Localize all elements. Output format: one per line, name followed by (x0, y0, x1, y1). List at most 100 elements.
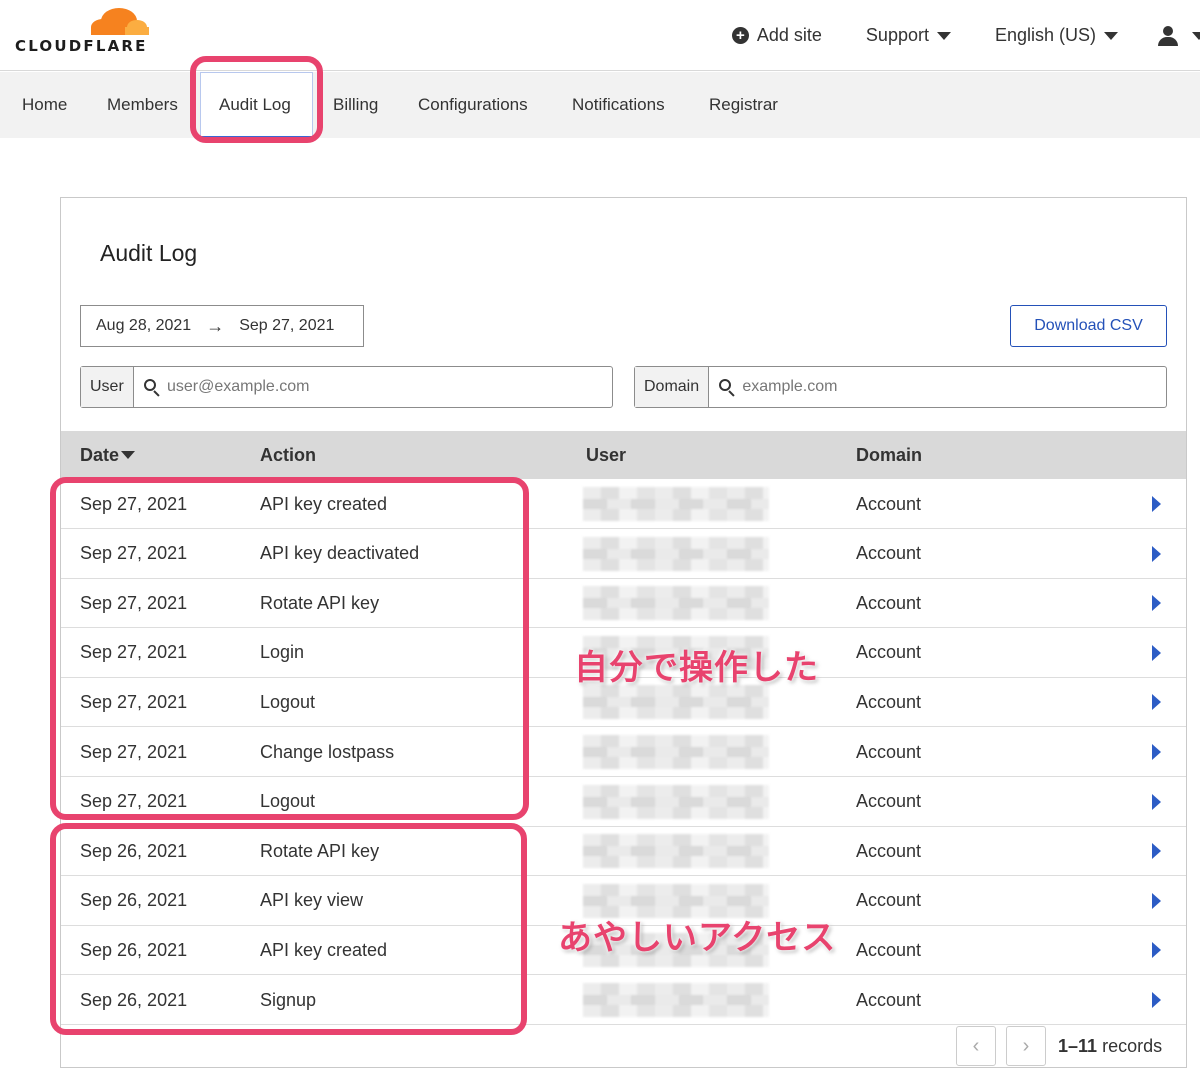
cell-action: Signup (260, 989, 317, 1010)
domain-search-input[interactable] (742, 378, 1166, 396)
header-actions: + Add site Support English (US) (688, 0, 1200, 71)
table-row[interactable]: Sep 27, 2021 API key deactivated Account (61, 529, 1186, 579)
expand-row-icon[interactable] (1152, 694, 1161, 711)
expand-row-icon[interactable] (1152, 942, 1161, 959)
user-filter-input-wrap (134, 367, 612, 407)
table-row[interactable]: Sep 27, 2021 API key created Account (61, 479, 1186, 529)
cell-date: Sep 27, 2021 (80, 543, 188, 564)
tab-home[interactable]: Home (22, 72, 67, 138)
cell-action: Login (260, 642, 305, 663)
expand-row-icon[interactable] (1152, 644, 1161, 661)
cell-action: API key created (260, 493, 388, 514)
cloudflare-logo[interactable]: CLOUDFLARE (15, 7, 150, 57)
prev-page-button[interactable]: ‹ (956, 1026, 996, 1066)
expand-row-icon[interactable] (1152, 744, 1161, 760)
add-site-button[interactable]: + Add site (731, 25, 822, 46)
cell-domain: Account (856, 592, 922, 613)
redacted-user (583, 685, 769, 720)
tab-registrar[interactable]: Registrar (709, 72, 778, 138)
support-dropdown[interactable]: Support (866, 25, 951, 46)
tab-configurations[interactable]: Configurations (418, 72, 528, 138)
expand-row-icon[interactable] (1152, 843, 1161, 860)
column-action: Action (260, 431, 316, 479)
next-page-button[interactable]: › (1006, 1026, 1046, 1066)
records-range: 1–11 (1058, 1036, 1098, 1056)
download-csv-button[interactable]: Download CSV (1010, 305, 1167, 347)
cell-date: Sep 26, 2021 (80, 939, 188, 960)
column-domain: Domain (856, 431, 922, 479)
sort-desc-icon (121, 451, 136, 459)
cell-date: Sep 26, 2021 (80, 840, 188, 861)
tab-label: Audit Log (219, 94, 291, 114)
cell-date: Sep 27, 2021 (80, 791, 188, 812)
tab-label: Members (107, 95, 178, 114)
date-range-picker[interactable]: Aug 28, 2021 → Sep 27, 2021 (80, 305, 364, 347)
column-date[interactable]: Date (80, 431, 136, 479)
cell-domain: Account (856, 840, 922, 861)
redacted-user (583, 586, 769, 621)
cloud-icon (85, 8, 149, 37)
language-dropdown[interactable]: English (US) (995, 25, 1118, 46)
page-title: Audit Log (100, 240, 198, 266)
domain-filter: Domain (634, 366, 1167, 408)
cell-action: Logout (260, 691, 316, 712)
cell-domain: Account (856, 493, 922, 514)
arrow-right-icon: → (206, 315, 225, 336)
cell-action: API key created (260, 939, 388, 960)
account-menu[interactable] (1158, 25, 1200, 46)
cell-domain: Account (856, 791, 922, 812)
redacted-user (583, 536, 769, 571)
expand-row-icon[interactable] (1152, 545, 1161, 562)
support-label: Support (865, 25, 929, 45)
tab-label: Registrar (709, 95, 778, 114)
user-icon (1158, 25, 1178, 46)
cell-domain: Account (856, 989, 922, 1010)
redacted-user (583, 983, 769, 1017)
tab-label: Notifications (572, 95, 665, 114)
redacted-user (583, 784, 769, 819)
cell-date: Sep 27, 2021 (80, 741, 188, 762)
tab-notifications[interactable]: Notifications (572, 72, 665, 138)
user-search-input[interactable] (166, 378, 612, 396)
redacted-user (583, 735, 769, 769)
top-header: CLOUDFLARE + Add site Support English (U… (0, 0, 1200, 71)
expand-row-icon[interactable] (1152, 793, 1161, 810)
table-row[interactable]: Sep 27, 2021 Change lostpass Account (61, 727, 1186, 777)
date-from: Aug 28, 2021 (96, 317, 192, 334)
records-suffix: records (1102, 1036, 1163, 1056)
domain-filter-label: Domain (635, 367, 710, 407)
cell-date: Sep 27, 2021 (80, 691, 188, 712)
tab-billing[interactable]: Billing (333, 72, 378, 138)
language-label: English (US) (994, 25, 1096, 45)
cell-action: Change lostpass (260, 741, 395, 762)
expand-row-icon[interactable] (1152, 892, 1161, 909)
table-row[interactable]: Sep 27, 2021 Logout Account (61, 777, 1186, 827)
tab-label: Billing (333, 95, 379, 114)
caret-down-icon (1104, 31, 1118, 40)
add-site-label: Add site (756, 25, 822, 45)
account-nav: Home Members Audit Log Billing Configura… (0, 72, 1200, 138)
cell-date: Sep 27, 2021 (80, 642, 188, 663)
tab-members[interactable]: Members (107, 72, 178, 138)
tab-audit-log[interactable]: Audit Log (200, 72, 313, 138)
cell-action: Rotate API key (260, 592, 380, 613)
cell-date: Sep 26, 2021 (80, 989, 188, 1010)
brand-name: CLOUDFLARE (15, 37, 148, 55)
plus-circle-icon: + (731, 27, 749, 44)
cell-date: Sep 27, 2021 (80, 592, 188, 613)
table-row[interactable]: Sep 26, 2021 Signup Account (61, 975, 1186, 1025)
search-icon (143, 379, 160, 397)
cell-domain: Account (856, 543, 922, 564)
records-count: 1–11 records (1058, 1036, 1162, 1057)
table-row[interactable]: Sep 26, 2021 Rotate API key Account (61, 826, 1186, 877)
expand-row-icon[interactable] (1152, 595, 1161, 612)
cell-domain: Account (856, 939, 922, 960)
cell-domain: Account (856, 642, 922, 663)
expand-row-icon[interactable] (1152, 992, 1161, 1008)
user-filter: User (80, 366, 613, 408)
table-row[interactable]: Sep 27, 2021 Rotate API key Account (61, 578, 1186, 629)
cell-date: Sep 26, 2021 (80, 890, 188, 911)
date-to: Sep 27, 2021 (239, 317, 335, 334)
expand-row-icon[interactable] (1152, 496, 1161, 512)
column-user-label: User (586, 444, 627, 465)
